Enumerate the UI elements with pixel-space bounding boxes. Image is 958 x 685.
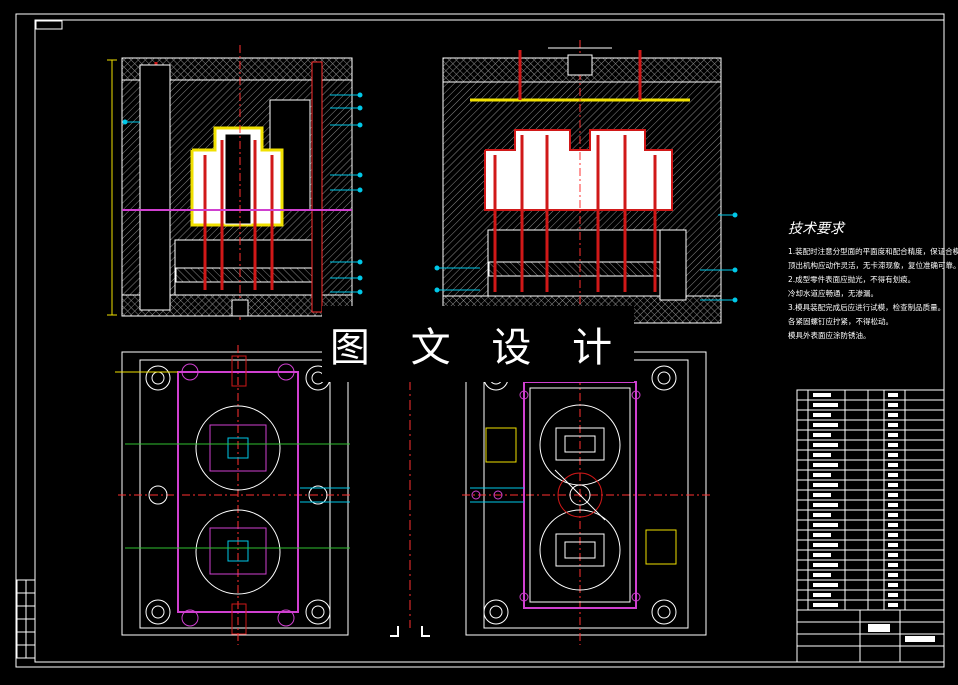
tech-requirement-line: 3.模具装配完成后应进行试模，检查制品质量。 (788, 303, 946, 312)
plan-view-right (462, 345, 712, 645)
tech-requirement-line: 模具外表面应涂防锈油。 (788, 331, 871, 340)
tech-requirement-line: 1.装配时注意分型面的平面度和配合精度，保证合模严密。 (788, 247, 958, 256)
tech-requirements-title: 技术要求 (788, 221, 844, 237)
plan-view-left (115, 345, 352, 645)
tech-requirement-line: 冷却水道应畅通，无渗漏。 (788, 289, 878, 298)
watermark-banner: 图 文 设 计 (322, 306, 634, 382)
tech-requirement-line: 各紧固螺钉应拧紧，不得松动。 (788, 317, 893, 326)
tech-requirement-line: 顶出机构应动作灵活，无卡滞现象，复位准确可靠。 (788, 261, 958, 270)
tech-requirement-line: 2.成型零件表面应抛光，不得有划痕。 (788, 275, 916, 284)
section-view-right (434, 40, 738, 330)
section-view-left (107, 45, 363, 320)
title-block (796, 609, 945, 663)
revision-table (16, 579, 36, 659)
bill-of-materials (796, 389, 945, 611)
